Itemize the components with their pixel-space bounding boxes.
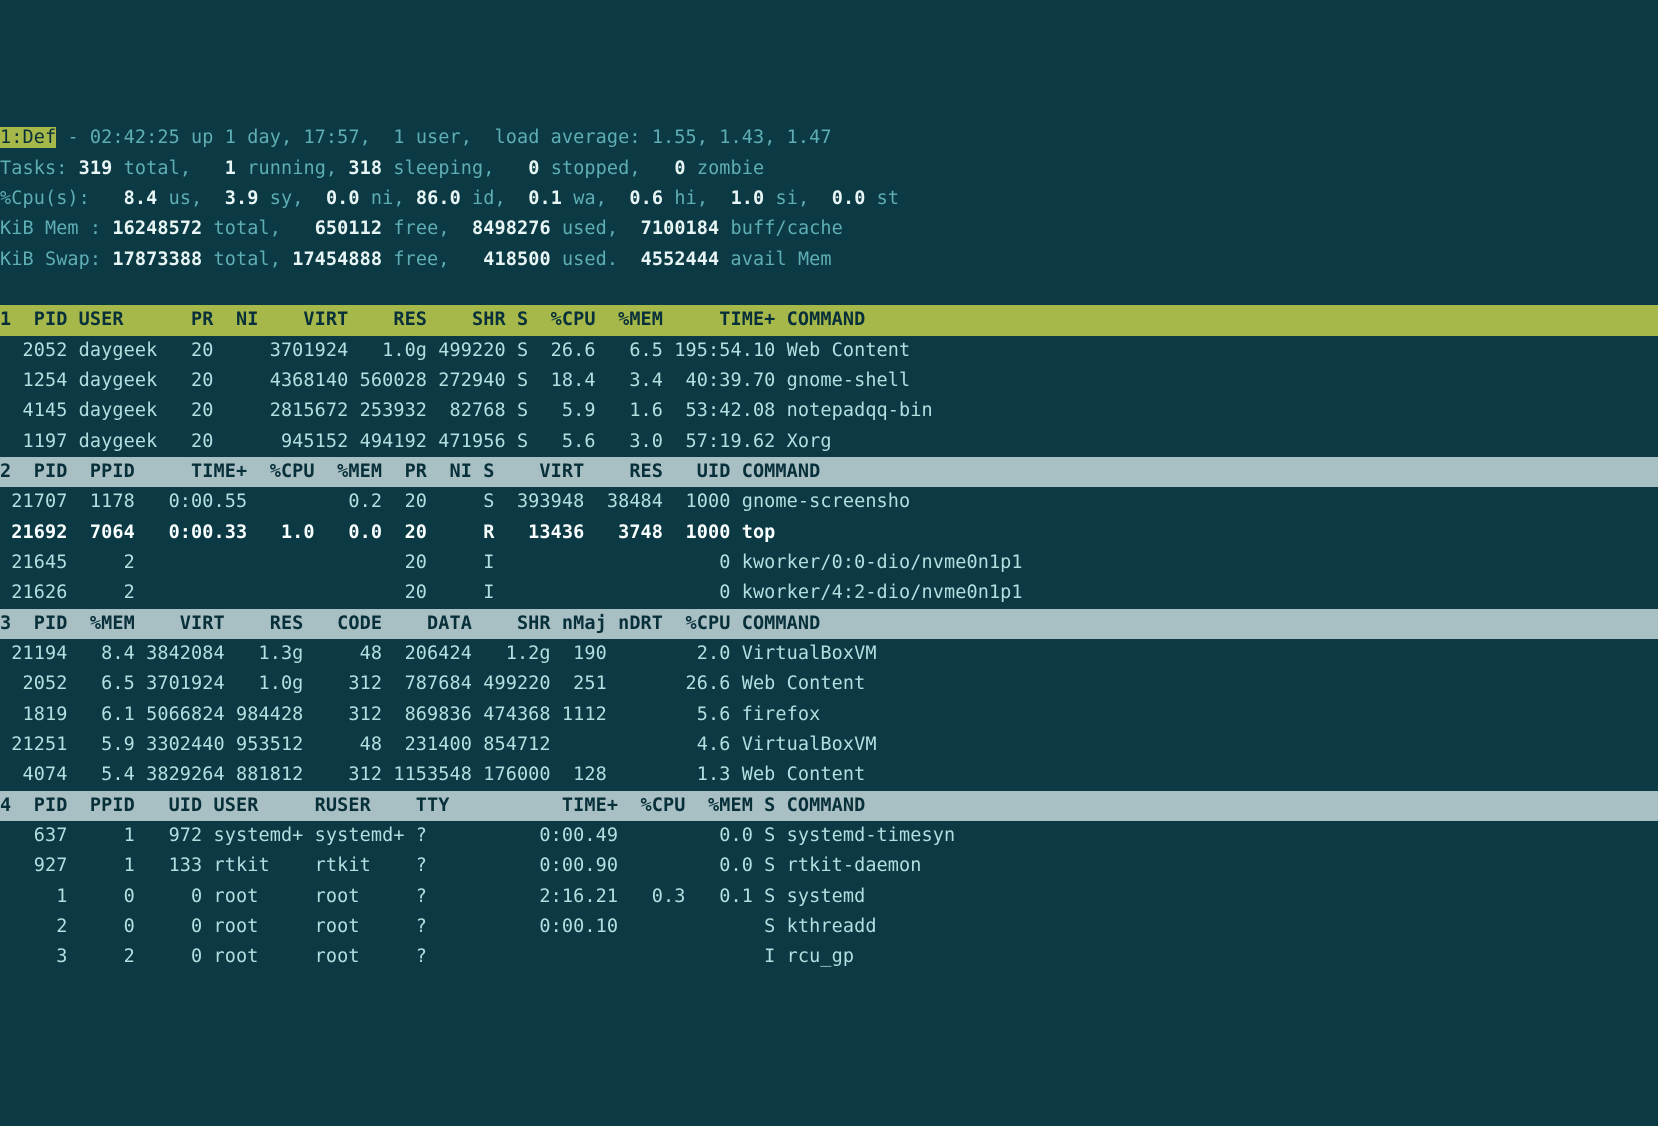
tasks-line: Tasks: 319 total, 1 running, 318 sleepin… [0, 154, 1658, 184]
table-row[interactable]: 4145 daygeek 20 2815672 253932 82768 S 5… [0, 396, 1658, 426]
uptime-line: - 02:42:25 up 1 day, 17:57, 1 user, load… [56, 127, 831, 148]
table-row[interactable]: 1819 6.1 5066824 984428 312 869836 47436… [0, 700, 1658, 730]
table-row[interactable]: 1 0 0 root root ? 2:16.21 0.3 0.1 S syst… [0, 882, 1658, 912]
table-row[interactable]: 21692 7064 0:00.33 1.0 0.0 20 R 13436 37… [0, 518, 1658, 548]
table-row[interactable]: 2052 6.5 3701924 1.0g 312 787684 499220 … [0, 669, 1658, 699]
table-row[interactable]: 21645 2 20 I 0 kworker/0:0-dio/nvme0n1p1 [0, 548, 1658, 578]
mem-line: KiB Mem : 16248572 total, 650112 free, 8… [0, 214, 1658, 244]
cpu-line: %Cpu(s): 8.4 us, 3.9 sy, 0.0 ni, 86.0 id… [0, 184, 1658, 214]
table-row[interactable]: 1197 daygeek 20 945152 494192 471956 S 5… [0, 427, 1658, 457]
table-row[interactable]: 2 0 0 root root ? 0:00.10 S kthreadd [0, 912, 1658, 942]
pane3-header: 3 PID %MEM VIRT RES CODE DATA SHR nMaj n… [0, 609, 1658, 639]
table-row[interactable]: 637 1 972 systemd+ systemd+ ? 0:00.49 0.… [0, 821, 1658, 851]
table-row[interactable]: 21251 5.9 3302440 953512 48 231400 85471… [0, 730, 1658, 760]
pane4-header: 4 PID PPID UID USER RUSER TTY TIME+ %CPU… [0, 791, 1658, 821]
table-row[interactable]: 927 1 133 rtkit rtkit ? 0:00.90 0.0 S rt… [0, 851, 1658, 881]
pane2-header: 2 PID PPID TIME+ %CPU %MEM PR NI S VIRT … [0, 457, 1658, 487]
table-row[interactable]: 21707 1178 0:00.55 0.2 20 S 393948 38484… [0, 487, 1658, 517]
table-row[interactable]: 3 2 0 root root ? I rcu_gp [0, 942, 1658, 972]
window-tab[interactable]: 1:Def [0, 127, 56, 148]
table-row[interactable]: 2052 daygeek 20 3701924 1.0g 499220 S 26… [0, 336, 1658, 366]
table-row[interactable]: 21194 8.4 3842084 1.3g 48 206424 1.2g 19… [0, 639, 1658, 669]
table-row[interactable]: 4074 5.4 3829264 881812 312 1153548 1760… [0, 760, 1658, 790]
terminal-output[interactable]: 1:Def - 02:42:25 up 1 day, 17:57, 1 user… [0, 123, 1658, 972]
pane1-header: 1 PID USER PR NI VIRT RES SHR S %CPU %ME… [0, 305, 1658, 335]
table-row[interactable]: 1254 daygeek 20 4368140 560028 272940 S … [0, 366, 1658, 396]
swap-line: KiB Swap: 17873388 total, 17454888 free,… [0, 245, 1658, 275]
table-row[interactable]: 21626 2 20 I 0 kworker/4:2-dio/nvme0n1p1 [0, 578, 1658, 608]
